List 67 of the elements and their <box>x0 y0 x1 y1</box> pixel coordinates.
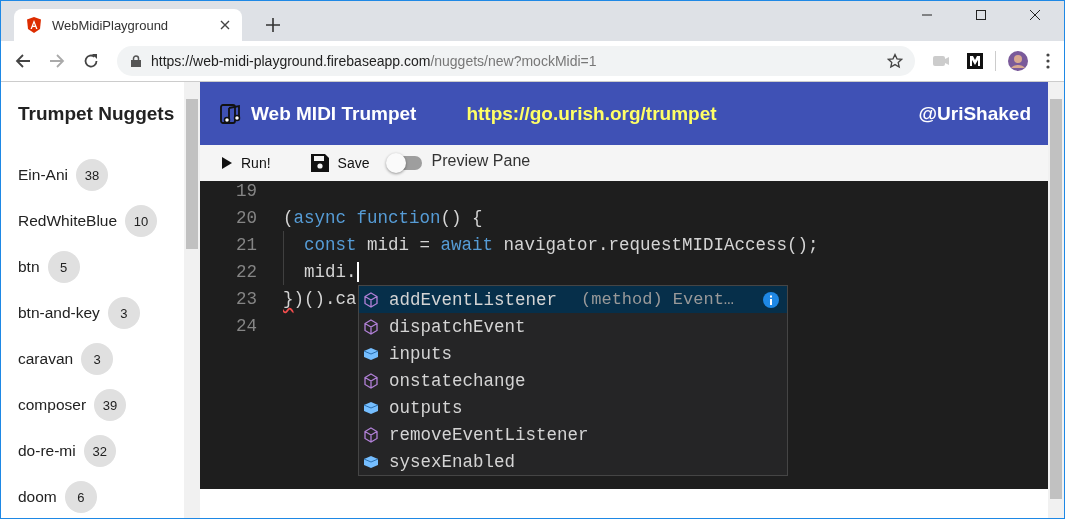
maximize-icon[interactable] <box>976 10 986 20</box>
box-icon <box>363 453 379 470</box>
count-badge: 10 <box>125 205 158 237</box>
save-button[interactable]: Save <box>310 148 382 178</box>
scrollbar[interactable] <box>1048 82 1064 518</box>
nugget-link[interactable]: do-re-mi <box>18 442 76 460</box>
line-number: 21 <box>235 234 257 255</box>
suggestion-item[interactable]: sysexEnabled <box>359 448 787 475</box>
address-field[interactable]: https://web-midi-playground.firebaseapp.com/nuggets/new?mockMidi=1 <box>117 46 915 76</box>
nugget-link[interactable]: caravan <box>18 350 74 368</box>
twitter-handle[interactable]: @UriShaked <box>918 102 1031 125</box>
scrollbar[interactable] <box>184 82 200 518</box>
browser-tab[interactable]: WebMidiPlayground <box>14 9 242 41</box>
line-number: 19 <box>235 180 257 201</box>
sidebar-title: Trumpet Nuggets <box>18 103 176 125</box>
nugget-link[interactable]: btn-and-key <box>18 304 100 322</box>
close-icon[interactable] <box>1030 10 1040 20</box>
preview-toggle[interactable] <box>387 156 422 170</box>
suggestion-item[interactable]: onstatechange <box>359 367 787 394</box>
suggestion-item[interactable]: inputs <box>359 340 787 367</box>
cube-icon <box>363 291 379 308</box>
line-number: 22 <box>235 261 257 282</box>
play-icon <box>222 157 232 169</box>
count-badge: 39 <box>94 389 127 421</box>
line-number: 20 <box>235 207 257 228</box>
box-icon <box>363 345 379 362</box>
suggestion-item[interactable]: dispatchEvent <box>359 313 787 340</box>
cube-icon <box>363 426 379 443</box>
nugget-link[interactable]: doom <box>18 488 57 506</box>
new-tab-icon[interactable] <box>266 18 280 32</box>
nugget-link[interactable]: Ein-Ani <box>18 166 68 184</box>
suggestion-item[interactable]: outputs <box>359 394 787 421</box>
run-button[interactable]: Run! <box>222 148 283 178</box>
avatar-icon[interactable] <box>1008 51 1028 71</box>
app-title: Web MIDI Trumpet <box>251 102 417 125</box>
line-number: 23 <box>235 288 257 309</box>
count-badge: 5 <box>47 251 80 283</box>
code-line: (async function() { <box>283 207 483 228</box>
nugget-link[interactable]: composer <box>18 396 87 414</box>
count-badge: 3 <box>81 343 114 375</box>
count-badge: 6 <box>64 481 97 513</box>
nugget-link[interactable]: btn <box>18 258 40 276</box>
toggle-label: Preview Pane <box>431 152 531 170</box>
count-badge: 3 <box>107 297 140 329</box>
cube-icon <box>363 372 379 389</box>
trumpet-link[interactable]: https://go.urish.org/trumpet <box>466 102 717 125</box>
code-editor[interactable] <box>200 181 1048 489</box>
reload-icon[interactable] <box>83 53 99 69</box>
info-icon[interactable] <box>763 291 779 308</box>
line-number: 24 <box>235 315 257 336</box>
cube-icon <box>363 318 379 335</box>
code-line: midi. <box>304 261 357 282</box>
back-icon[interactable] <box>15 53 31 69</box>
shield-icon <box>26 17 42 33</box>
close-icon[interactable] <box>220 20 230 30</box>
box-icon <box>363 399 379 416</box>
music-note-icon <box>219 101 243 126</box>
code-line: })().ca <box>283 288 357 309</box>
star-icon[interactable] <box>887 53 903 69</box>
nugget-link[interactable]: RedWhiteBlue <box>18 212 118 230</box>
count-badge: 32 <box>83 435 116 467</box>
suggestion-item[interactable]: removeEventListener <box>359 421 787 448</box>
lock-icon <box>131 55 141 67</box>
suggestion-item[interactable]: addEventListener (method) Event… <box>359 286 787 313</box>
count-badge: 38 <box>75 159 108 191</box>
menu-icon[interactable] <box>1046 53 1050 69</box>
code-line: const midi = await navigator.requestMIDIAccess(); <box>304 234 819 255</box>
